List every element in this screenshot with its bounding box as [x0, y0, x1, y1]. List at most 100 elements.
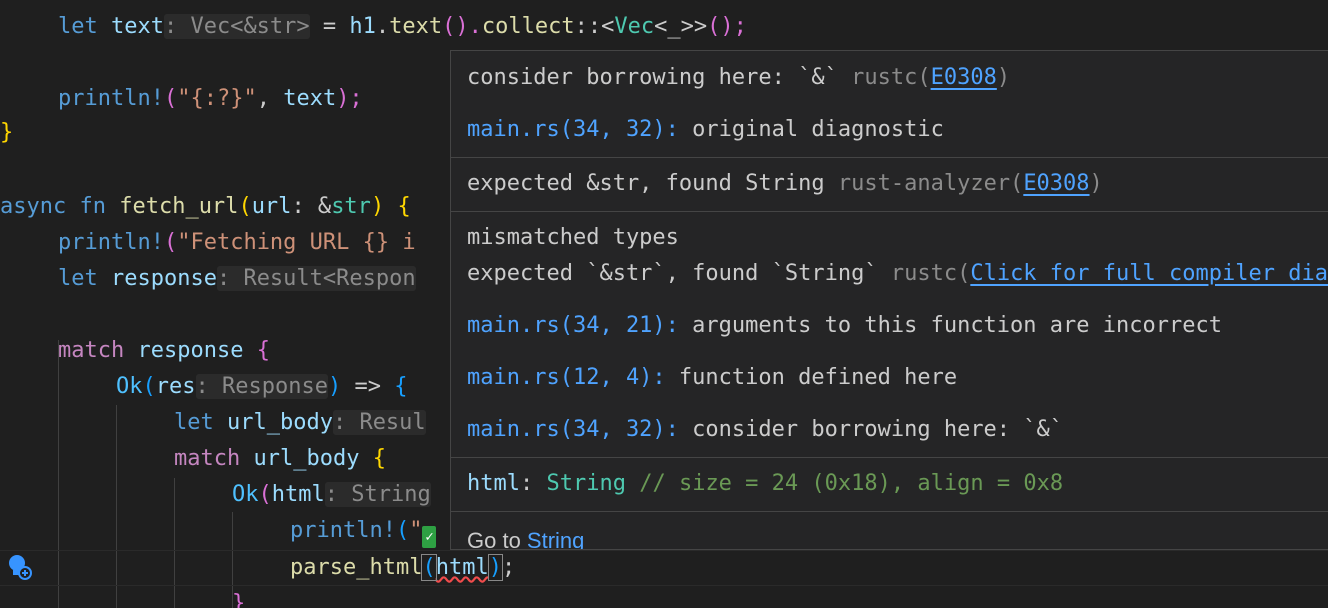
punctuation: (: [395, 518, 410, 543]
message-text: function defined here: [665, 365, 958, 390]
related-location: main.rs(34, 32): consider borrowing here…: [467, 412, 1063, 448]
inlay-type-hint: : Vec<&str>: [163, 14, 310, 39]
diagnostic-source: ): [1089, 171, 1103, 196]
variable: text: [110, 14, 164, 39]
type-name: Vec: [614, 14, 655, 39]
punctuation: ,: [256, 86, 284, 111]
keyword: let: [58, 266, 111, 291]
punctuation: ;: [501, 555, 516, 580]
variable: url_body: [253, 446, 360, 471]
punctuation: .: [375, 14, 390, 39]
opening-brace: {: [359, 446, 386, 471]
code-line[interactable]: parse_html(html);: [290, 550, 515, 586]
string-literal: ": [409, 518, 423, 543]
code-line[interactable]: println!(" ✓: [290, 513, 437, 549]
diagnostic-message: expected &str, found String rust-analyze…: [467, 166, 1103, 202]
error-argument[interactable]: html: [436, 555, 489, 580]
message-text: consider borrowing here: `&`: [467, 65, 852, 90]
location-link[interactable]: main.rs(34, 32):: [467, 117, 679, 142]
lightbulb-quick-fix-icon[interactable]: [6, 553, 32, 581]
size-comment: // size = 24 (0x18), align = 0x8: [625, 471, 1064, 496]
code-line[interactable]: println!("{:?}", text);: [58, 81, 363, 117]
error-code-link[interactable]: E0308: [931, 65, 997, 90]
code-line[interactable]: async fn fetch_url(url: &str) {: [0, 189, 411, 225]
punctuation: ): [327, 374, 342, 399]
opening-brace: {: [243, 338, 270, 363]
go-to-type-link[interactable]: String: [527, 528, 584, 549]
punctuation: <_>>: [654, 14, 708, 39]
code-line[interactable]: }: [0, 115, 13, 151]
keyword: async: [0, 194, 67, 219]
code-line[interactable]: match response {: [58, 333, 270, 369]
message-text: consider borrowing here: `&`: [678, 417, 1064, 442]
code-line[interactable]: let url_body: Resul: [174, 405, 426, 441]
matching-bracket: ): [487, 554, 503, 581]
variable: text: [283, 86, 337, 111]
closing-brace: }: [232, 591, 246, 608]
code-line[interactable]: let response: Result<Respon: [58, 261, 416, 297]
divider: [451, 157, 1328, 158]
variable: res: [155, 374, 196, 399]
location-link[interactable]: main.rs(34, 32):: [467, 417, 679, 442]
diagnostic-message: expected `&str`, found `String` rustc(Cl…: [467, 256, 1328, 292]
closing-brace: }: [0, 120, 14, 145]
variable-name: html: [467, 471, 520, 496]
message-text: original diagnostic: [678, 117, 944, 142]
inlay-type-hint: : Result<Respon: [216, 266, 416, 291]
macro-name: println!: [58, 86, 164, 111]
parameter: url: [251, 194, 292, 219]
punctuation: ): [370, 194, 398, 219]
punctuation: (: [163, 86, 178, 111]
method-name: text: [389, 14, 443, 39]
string-literal: "Fetching URL {} i: [177, 230, 416, 255]
current-line-highlight: [0, 550, 1328, 586]
message-text: arguments to this function are incorrect: [678, 313, 1222, 338]
function-name: parse_html: [290, 555, 423, 580]
punctuation: ::<: [574, 14, 615, 39]
type-signature: html: String // size = 24 (0x18), align …: [467, 466, 1063, 502]
function-name: fetch_url: [119, 194, 239, 219]
inlay-type-hint: : String: [324, 482, 431, 507]
variable: url_body: [226, 410, 333, 435]
hover-diagnostic-popup[interactable]: consider borrowing here: `&` rustc(E0308…: [450, 50, 1328, 550]
keyword: let: [58, 14, 111, 39]
opening-brace: {: [394, 374, 408, 399]
variable: response: [137, 338, 244, 363]
keyword: fn: [66, 194, 120, 219]
divider: [451, 457, 1328, 458]
code-line[interactable]: Ok(res: Response) => {: [116, 369, 407, 405]
location-link[interactable]: main.rs(34, 21):: [467, 313, 679, 338]
related-location: main.rs(34, 32): original diagnostic: [467, 112, 944, 148]
variable: response: [110, 266, 217, 291]
check-mark-emoji-icon: ✓: [422, 526, 437, 548]
location-link[interactable]: main.rs(12, 4):: [467, 365, 666, 390]
matching-bracket: (: [421, 554, 437, 581]
full-diagnostic-link[interactable]: Click for full compiler diagnostic: [970, 261, 1328, 286]
code-line[interactable]: match url_body {: [174, 441, 386, 477]
code-line[interactable]: let text: Vec<&str> = h1.text().collect:…: [58, 9, 747, 45]
indent-guide: [174, 478, 175, 608]
string-literal: "{:?}": [177, 86, 257, 111]
related-location: main.rs(34, 21): arguments to this funct…: [467, 308, 1222, 344]
code-line[interactable]: Ok(html: String: [232, 477, 431, 513]
inlay-type-hint: : Response: [195, 374, 328, 399]
message-text: expected &str, found String: [467, 171, 838, 196]
punctuation: :: [519, 471, 547, 496]
error-code-link[interactable]: E0308: [1023, 171, 1089, 196]
keyword: let: [174, 410, 227, 435]
message-text: expected `&str`, found `String`: [467, 261, 891, 286]
opening-brace: {: [397, 194, 411, 219]
punctuation: );: [336, 86, 363, 111]
code-line[interactable]: println!("Fetching URL {} i: [58, 225, 416, 261]
diagnostic-source: rustc(: [851, 65, 931, 90]
code-line[interactable]: }: [232, 586, 245, 608]
related-location: main.rs(12, 4): function defined here: [467, 360, 957, 396]
divider: [451, 511, 1328, 512]
go-to-label: Go to: [467, 528, 527, 550]
punctuation: (: [163, 230, 178, 255]
punctuation: (: [258, 482, 272, 507]
punctuation: ().: [442, 14, 482, 39]
keyword: match: [58, 338, 138, 363]
punctuation: (: [238, 194, 252, 219]
variable: html: [271, 482, 325, 507]
